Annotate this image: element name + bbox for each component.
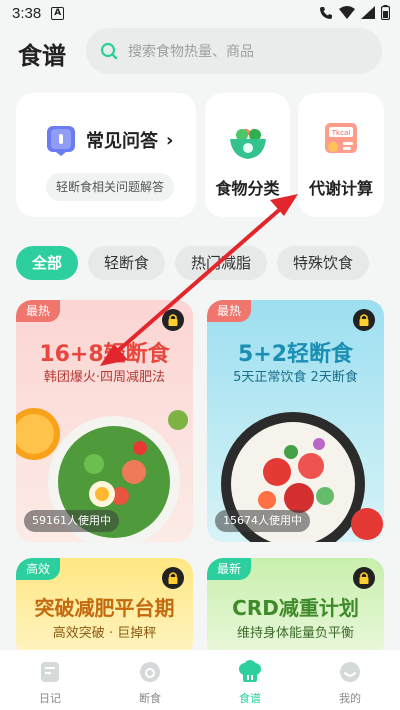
nav-recipes[interactable]: 食谱 [200, 650, 300, 710]
metabolism-calc-label: 代谢计算 [308, 179, 373, 198]
plan-subtitle: 高效突破 · 巨掉秤 [52, 626, 157, 641]
kcal-text: Tkcal [331, 129, 350, 137]
search-icon [100, 42, 118, 60]
newest-badge: 最新 [207, 558, 252, 580]
search-placeholder: 搜索食物热量、商品 [128, 44, 254, 60]
lock-icon [353, 309, 375, 331]
faq-book-icon [47, 126, 75, 156]
fasting-icon [140, 662, 160, 682]
wifi-icon [339, 6, 355, 19]
chef-hat-icon [239, 660, 261, 682]
lock-icon [162, 309, 184, 331]
food-category-card[interactable]: 食物分类 [205, 93, 290, 217]
faq-card[interactable]: 常见问答 › 轻断食相关问题解答 [16, 93, 196, 217]
chevron-right-icon: › [166, 129, 174, 151]
nav-mine[interactable]: 我的 [300, 650, 400, 710]
battery-icon [381, 5, 390, 20]
lock-icon [162, 567, 184, 589]
category-tabs: 全部 轻断食 热门减脂 特殊饮食 [16, 246, 370, 280]
search-input[interactable]: 搜索食物热量、商品 [86, 28, 382, 74]
call-icon [320, 6, 332, 19]
tab-popular-fat-loss[interactable]: 热门减脂 [175, 246, 268, 280]
status-bar: 3:38 A [0, 0, 400, 26]
nav-fasting[interactable]: 断食 [100, 650, 200, 710]
plan-subtitle: 韩团爆火·四周减肥法 [43, 370, 166, 385]
users-count: 59161人使用中 [24, 510, 119, 532]
notification-a-icon: A [51, 6, 65, 20]
diary-icon [41, 662, 59, 682]
profile-face-icon [340, 662, 360, 682]
tab-special-diet[interactable]: 特殊饮食 [277, 246, 370, 280]
efficient-badge: 高效 [16, 558, 61, 580]
metabolism-calc-card[interactable]: Tkcal 代谢计算 [298, 93, 384, 217]
tab-light-fasting[interactable]: 轻断食 [88, 246, 166, 280]
users-count: 15674人使用中 [215, 510, 310, 532]
food-bowl-icon [229, 128, 266, 159]
plan-card-16-8[interactable]: 最热 16+8轻断食 韩团爆火·四周减肥法 59161人使用中 [16, 300, 193, 542]
plan-subtitle: 维持身体能量负平衡 [236, 626, 354, 641]
plan-title: 5+2轻断食 [237, 342, 354, 367]
faq-label: 常见问答 [86, 131, 158, 152]
plan-subtitle: 5天正常饮食 2天断食 [233, 370, 358, 385]
plan-title: 突破减肥平台期 [34, 596, 175, 620]
hot-badge: 最热 [207, 300, 252, 322]
plan-card-plateau[interactable]: 高效 突破减肥平台期 高效突破 · 巨掉秤 [16, 558, 193, 658]
tab-all[interactable]: 全部 [16, 246, 79, 280]
kcal-scale-icon: Tkcal [325, 123, 357, 153]
plan-title: 16+8轻断食 [39, 342, 170, 367]
plan-card-5-2[interactable]: 最热 5+2轻断食 5天正常饮食 2天断食 15674人使用中 [207, 300, 384, 542]
status-time: 3:38 [12, 4, 42, 22]
signal-icon [361, 6, 375, 19]
header: 食谱 搜索食物热量、商品 [0, 26, 400, 78]
nav-label: 食谱 [239, 692, 261, 705]
hot-badge: 最热 [16, 300, 61, 322]
page-title: 食谱 [18, 42, 66, 70]
nav-label: 日记 [39, 692, 61, 705]
plan-card-crd[interactable]: 最新 CRD减重计划 维持身体能量负平衡 [207, 558, 384, 658]
bottom-nav: 日记 断食 食谱 我的 [0, 650, 400, 710]
nav-label: 断食 [139, 692, 161, 705]
lock-icon [353, 567, 375, 589]
food-category-label: 食物分类 [215, 179, 280, 198]
plan-title: CRD减重计划 [232, 596, 359, 620]
nav-diary[interactable]: 日记 [0, 650, 100, 710]
nav-label: 我的 [339, 692, 361, 705]
faq-subtitle: 轻断食相关问题解答 [46, 173, 175, 201]
